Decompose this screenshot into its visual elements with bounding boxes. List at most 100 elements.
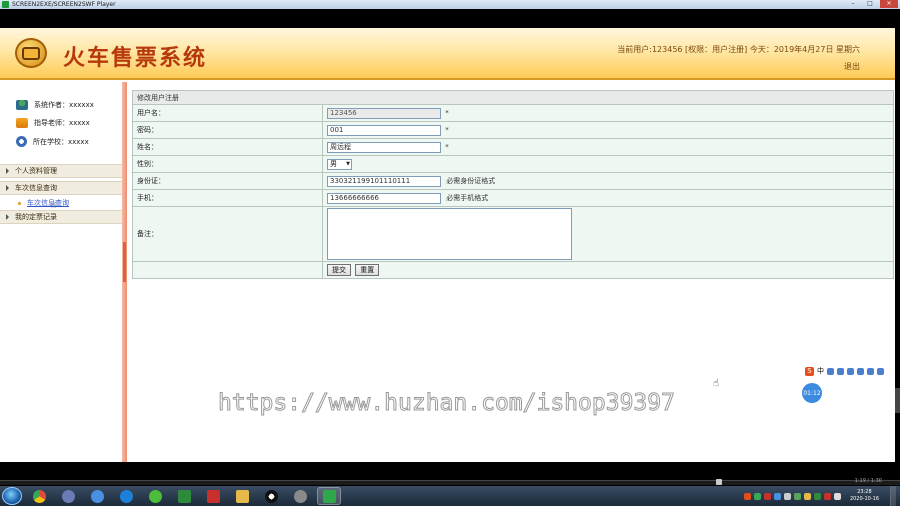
menu-train-query[interactable]: 车次信息查询 (0, 181, 122, 195)
remark-label: 备注： (132, 206, 323, 262)
required-mark: * (445, 143, 449, 151)
sidebar-info-label: 所在学校：xxxxx (33, 137, 89, 146)
ime-lang-toggle[interactable]: 中 (817, 366, 824, 376)
form-row-gender: 性别： 男 ▼ (132, 155, 894, 173)
sidebar-info-label: 指导老师：xxxxx (34, 119, 90, 127)
app-header: 火车售票系统 当前用户:123456 [权限：用户注册] 今天：2019年4月2… (0, 28, 895, 80)
form-row-remark: 备注： (132, 206, 894, 262)
taskbar: 23:28 2020-10-16 (0, 486, 900, 506)
chrome-icon[interactable] (27, 487, 51, 505)
reset-button[interactable]: 重置 (355, 264, 380, 276)
qq-icon[interactable] (259, 487, 283, 505)
sidebar-info-label: 系统作者：xxxxxx (34, 101, 94, 109)
sidebar: 系统作者：xxxxxx 指导老师：xxxxx 所在学校：xxxxx 个人资料管理… (0, 82, 122, 462)
start-button[interactable] (2, 487, 22, 505)
form-row-username: 用户名： 123456 * (132, 104, 894, 122)
tray-app-icon[interactable] (753, 492, 761, 500)
app-title: 火车售票系统 (63, 45, 208, 71)
logout-link[interactable]: 退出 (844, 61, 860, 72)
emoji-icon[interactable] (837, 367, 844, 375)
tray-app-icon[interactable] (793, 492, 801, 500)
minimize-button[interactable]: – (846, 0, 860, 8)
phone-label: 手机： (132, 189, 323, 207)
seek-thumb[interactable] (716, 479, 722, 485)
toolbox-icon[interactable] (877, 367, 884, 375)
close-button[interactable]: ✕ (880, 0, 898, 8)
form-row-idcard: 身份证： 330321199101110111 必需身份证格式 (132, 172, 894, 190)
skin-icon[interactable] (867, 367, 874, 375)
microphone-icon[interactable] (847, 367, 854, 375)
submenu-label: 车次信息查询 (27, 199, 69, 207)
submit-button[interactable]: 提交 (327, 264, 351, 276)
media-player-icon[interactable] (56, 487, 80, 505)
gender-label: 性别： (132, 155, 323, 173)
window-controls: – □ ✕ (846, 0, 898, 9)
mouse-pointer-icon: ☝ (713, 378, 720, 389)
form-row-actions: 提交 重置 (132, 261, 894, 279)
show-desktop-button[interactable] (890, 486, 896, 506)
username-label: 用户名： (132, 104, 323, 122)
volume-icon[interactable] (833, 492, 841, 500)
seek-bar[interactable] (0, 480, 900, 485)
scrollbar-thumb[interactable] (895, 388, 900, 413)
password-input[interactable]: 001 (327, 124, 441, 136)
right-scrollbar[interactable] (895, 28, 900, 462)
current-user-info: 当前用户:123456 [权限：用户注册] 今天：2019年4月27日 星期六 (617, 45, 860, 54)
player-title: SCREEN2EXE/SCREEN2SWF Player (12, 1, 116, 8)
sidebar-info-author: 系统作者：xxxxxx (16, 100, 94, 110)
idcard-hint: 必需身份证格式 (446, 177, 496, 185)
remark-textarea[interactable] (327, 208, 572, 260)
teacher-icon (16, 118, 28, 128)
tool-app-icon[interactable] (288, 487, 312, 505)
author-icon (16, 100, 28, 110)
screen-player-taskbar-icon[interactable] (317, 487, 341, 505)
ime-toolbar[interactable]: S 中 (803, 366, 895, 376)
train-logo-icon (15, 38, 47, 68)
shield-icon[interactable] (773, 492, 781, 500)
network-icon[interactable] (783, 492, 791, 500)
gender-selected-value: 男 (330, 160, 337, 168)
sidebar-info-school: 所在学校：xxxxx (16, 136, 89, 147)
maximize-button[interactable]: □ (863, 0, 877, 8)
tray-app-icon[interactable] (813, 492, 821, 500)
required-mark: * (445, 126, 449, 134)
qq-browser-icon[interactable] (114, 487, 138, 505)
form-row-password: 密码： 001 * (132, 121, 894, 139)
phone-input[interactable]: 13666666666 (327, 192, 441, 204)
name-input[interactable]: 周远程 (327, 141, 441, 153)
seek-time: 1:19 / 1:30 (854, 478, 882, 484)
ime-tray-icon[interactable] (743, 492, 751, 500)
menu-profile[interactable]: 个人资料管理 (0, 164, 122, 178)
sogou-ime-icon[interactable]: S (805, 366, 814, 376)
arrow-right-icon (6, 214, 9, 220)
tray-app-icon[interactable] (803, 492, 811, 500)
keyboard-icon[interactable] (857, 367, 864, 375)
punctuation-icon[interactable] (827, 367, 834, 375)
baidu-netdisk-icon[interactable] (85, 487, 109, 505)
system-tray: 23:28 2020-10-16 (743, 486, 900, 506)
sidebar-info-teacher: 指导老师：xxxxx (16, 118, 90, 128)
security-guard-icon[interactable] (143, 487, 167, 505)
menu-booking-records[interactable]: 我的定票记录 (0, 210, 122, 224)
flash-icon[interactable] (201, 487, 225, 505)
form-title: 修改用户注册 (132, 90, 894, 105)
tray-app-icon[interactable] (823, 492, 831, 500)
school-icon (16, 136, 27, 147)
player-top-band (0, 9, 900, 28)
tray-app-icon[interactable] (763, 492, 771, 500)
required-mark: * (445, 109, 449, 117)
caret-down-icon: ▼ (346, 161, 350, 167)
timer-bubble[interactable]: 01:12 (802, 383, 822, 403)
name-label: 姓名： (132, 138, 323, 156)
chart-app-icon[interactable] (172, 487, 196, 505)
gender-select[interactable]: 男 ▼ (327, 158, 352, 170)
menu-label: 我的定票记录 (15, 213, 57, 221)
app-window: 火车售票系统 当前用户:123456 [权限：用户注册] 今天：2019年4月2… (0, 28, 895, 462)
arrow-right-icon (6, 168, 9, 174)
clock-time: 23:28 (857, 489, 872, 495)
submenu-train-query[interactable]: 车次信息查询 (18, 198, 69, 208)
taskbar-clock[interactable]: 23:28 2020-10-16 (850, 489, 879, 503)
idcard-input[interactable]: 330321199101110111 (327, 175, 441, 187)
file-explorer-icon[interactable] (230, 487, 254, 505)
username-input[interactable]: 123456 (327, 107, 441, 119)
